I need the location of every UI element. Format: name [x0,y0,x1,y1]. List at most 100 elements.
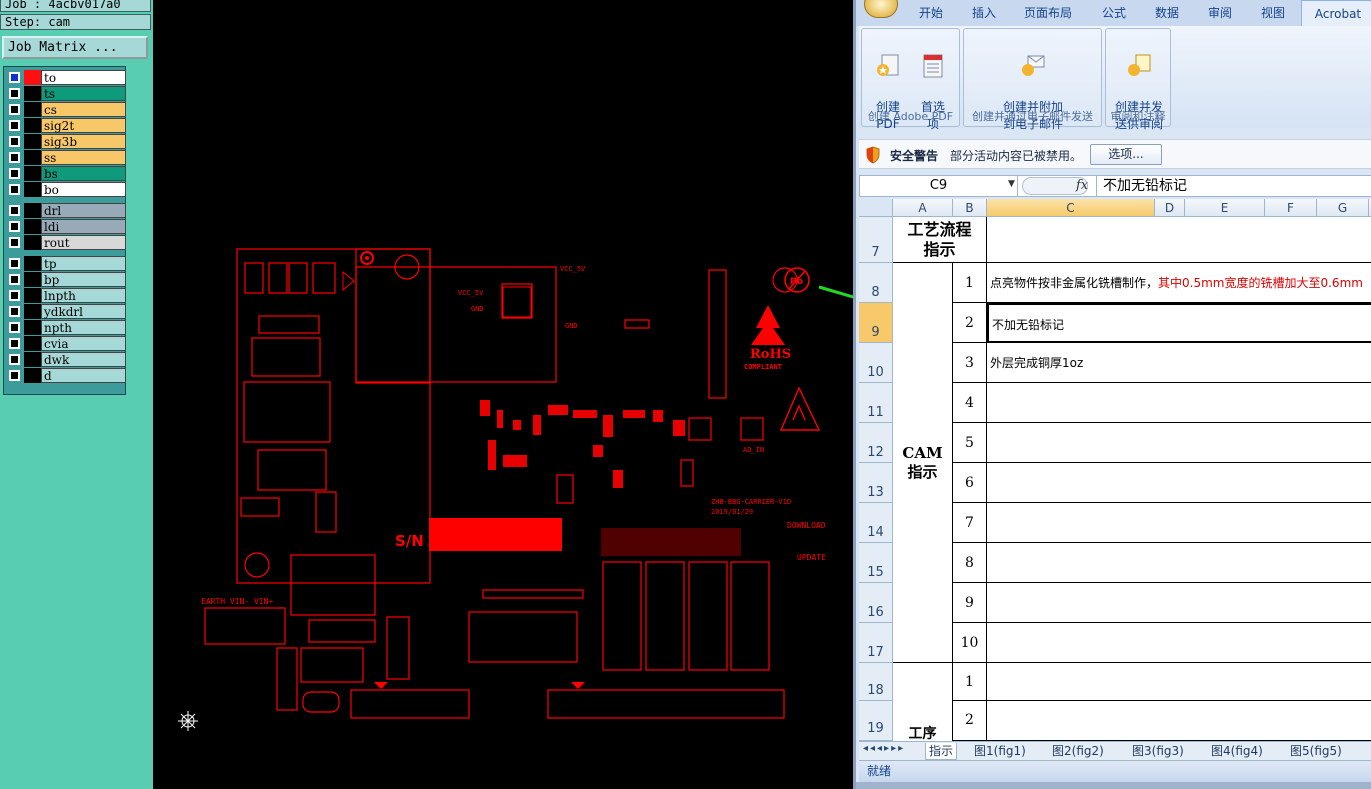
layer-row-bo[interactable]: bo [7,182,126,197]
item-text-cell[interactable]: 外层完成铜厚1oz [987,343,1371,383]
layer-name[interactable]: rout [41,235,126,250]
item-text-cell[interactable]: 点亮物件按非金属化铣槽制作，其中0.5mm宽度的铣槽加大至0.6mm [987,263,1371,303]
column-header-d[interactable]: D [1155,199,1185,217]
item-text-cell[interactable] [987,463,1371,503]
layer-color-swatch[interactable] [24,368,41,383]
layer-color-swatch[interactable] [24,102,41,117]
item-text-cell[interactable]: 不加无铅标记 [987,303,1371,343]
sheet-tab-fig4[interactable]: 图4(fig4) [1208,743,1266,760]
layer-name[interactable]: lnpth [41,288,126,303]
item-number-cell[interactable]: 2 [953,701,987,741]
layer-name[interactable]: ydkdrl [41,304,126,319]
column-header-b[interactable]: B [953,199,987,217]
select-all-corner[interactable] [859,199,893,217]
layer-row-d[interactable]: d [7,368,126,383]
name-box-dropdown-icon[interactable]: ▼ [1008,179,1015,189]
layer-row-cvia[interactable]: cvia [7,336,126,351]
layer-color-swatch[interactable] [24,336,41,351]
process-cell[interactable]: 工序 [893,663,953,741]
row-header-17[interactable]: 17 [859,623,893,663]
layer-checkbox[interactable] [9,258,20,269]
layer-name[interactable]: ts [41,86,126,101]
cam-instruction-cell[interactable]: CAM 指示 [893,263,953,663]
item-text-cell[interactable] [987,423,1371,463]
column-header-g[interactable]: G [1317,199,1369,217]
layer-name[interactable]: dwk [41,352,126,367]
layer-color-swatch[interactable] [24,272,41,287]
column-header-c[interactable]: C [987,199,1155,217]
row-header-16[interactable]: 16 [859,583,893,623]
item-text-cell[interactable] [987,543,1371,583]
layer-color-swatch[interactable] [24,86,41,101]
layer-checkbox[interactable] [9,274,20,285]
layer-name[interactable]: bp [41,272,126,287]
layer-checkbox[interactable] [9,120,20,131]
fx-icon[interactable]: fx [1076,178,1088,193]
office-button[interactable] [864,0,898,18]
layer-name[interactable]: to [41,70,126,85]
layer-checkbox[interactable] [9,184,20,195]
layer-name[interactable]: sig3b [41,134,126,149]
layer-color-swatch[interactable] [24,304,41,319]
layer-checkbox[interactable] [9,72,20,83]
layer-row-ss[interactable]: ss [7,150,126,165]
item-number-cell[interactable]: 1 [953,663,987,701]
layer-color-swatch[interactable] [24,182,41,197]
layer-name[interactable]: bs [41,166,126,181]
layer-checkbox[interactable] [9,152,20,163]
name-box[interactable]: C9 [860,176,1018,196]
row-header-11[interactable]: 11 [859,383,893,423]
layer-row-sig3b[interactable]: sig3b [7,134,126,149]
row-header-15[interactable]: 15 [859,543,893,583]
layer-color-swatch[interactable] [24,70,41,85]
layer-name[interactable]: d [41,368,126,383]
job-matrix-button[interactable]: Job Matrix ... [2,36,148,59]
layer-checkbox[interactable] [9,221,20,232]
layer-row-bs[interactable]: bs [7,166,126,181]
row-header-7[interactable]: 7 [859,217,893,263]
layer-checkbox[interactable] [9,306,20,317]
layer-color-swatch[interactable] [24,288,41,303]
item-text-cell[interactable] [987,663,1371,701]
security-options-button[interactable]: 选项... [1090,144,1162,165]
item-number-cell[interactable]: 6 [953,463,987,503]
pcb-canvas[interactable]: VCC_5V VCC_5V GND GND ZHB-BBG-CARRIER-V1… [153,0,853,789]
layer-name[interactable]: sig2t [41,118,126,133]
tab-acrobat[interactable]: Acrobat [1301,0,1371,27]
layer-checkbox[interactable] [9,370,20,381]
item-text-cell[interactable] [987,383,1371,423]
tab-review[interactable]: 审阅 [1208,4,1232,21]
tab-view[interactable]: 视图 [1261,4,1285,21]
layer-name[interactable]: npth [41,320,126,335]
column-header-a[interactable]: A [893,199,953,217]
layer-color-swatch[interactable] [24,118,41,133]
layer-row-npth[interactable]: npth [7,320,126,335]
item-number-cell[interactable]: 5 [953,423,987,463]
layer-name[interactable]: tp [41,256,126,271]
layer-name[interactable]: bo [41,182,126,197]
row-header-12[interactable]: 12 [859,423,893,463]
process-header-cell[interactable]: 工艺流程 指示 [893,217,987,263]
layer-checkbox[interactable] [9,354,20,365]
layer-checkbox[interactable] [9,88,20,99]
layer-row-sig2t[interactable]: sig2t [7,118,126,133]
item-number-cell[interactable]: 1 [953,263,987,303]
layer-checkbox[interactable] [9,205,20,216]
layer-row-drl[interactable]: drl [7,203,126,218]
sheet-nav-arrows[interactable]: ◂◂◂▸▸▸ [863,743,905,754]
sheet-tab-fig3[interactable]: 图3(fig3) [1129,743,1187,760]
tab-insert[interactable]: 插入 [972,4,996,21]
layer-checkbox[interactable] [9,136,20,147]
item-number-cell[interactable]: 3 [953,343,987,383]
item-text-cell[interactable] [987,583,1371,623]
layer-color-swatch[interactable] [24,134,41,149]
layer-checkbox[interactable] [9,237,20,248]
item-text-cell[interactable] [987,503,1371,543]
layer-color-swatch[interactable] [24,352,41,367]
layer-row-ts[interactable]: ts [7,86,126,101]
item-text-cell[interactable] [987,623,1371,663]
row-header-13[interactable]: 13 [859,463,893,503]
item-text-cell[interactable] [987,701,1371,741]
row-header-18[interactable]: 18 [859,663,893,701]
layer-name[interactable]: cs [41,102,126,117]
